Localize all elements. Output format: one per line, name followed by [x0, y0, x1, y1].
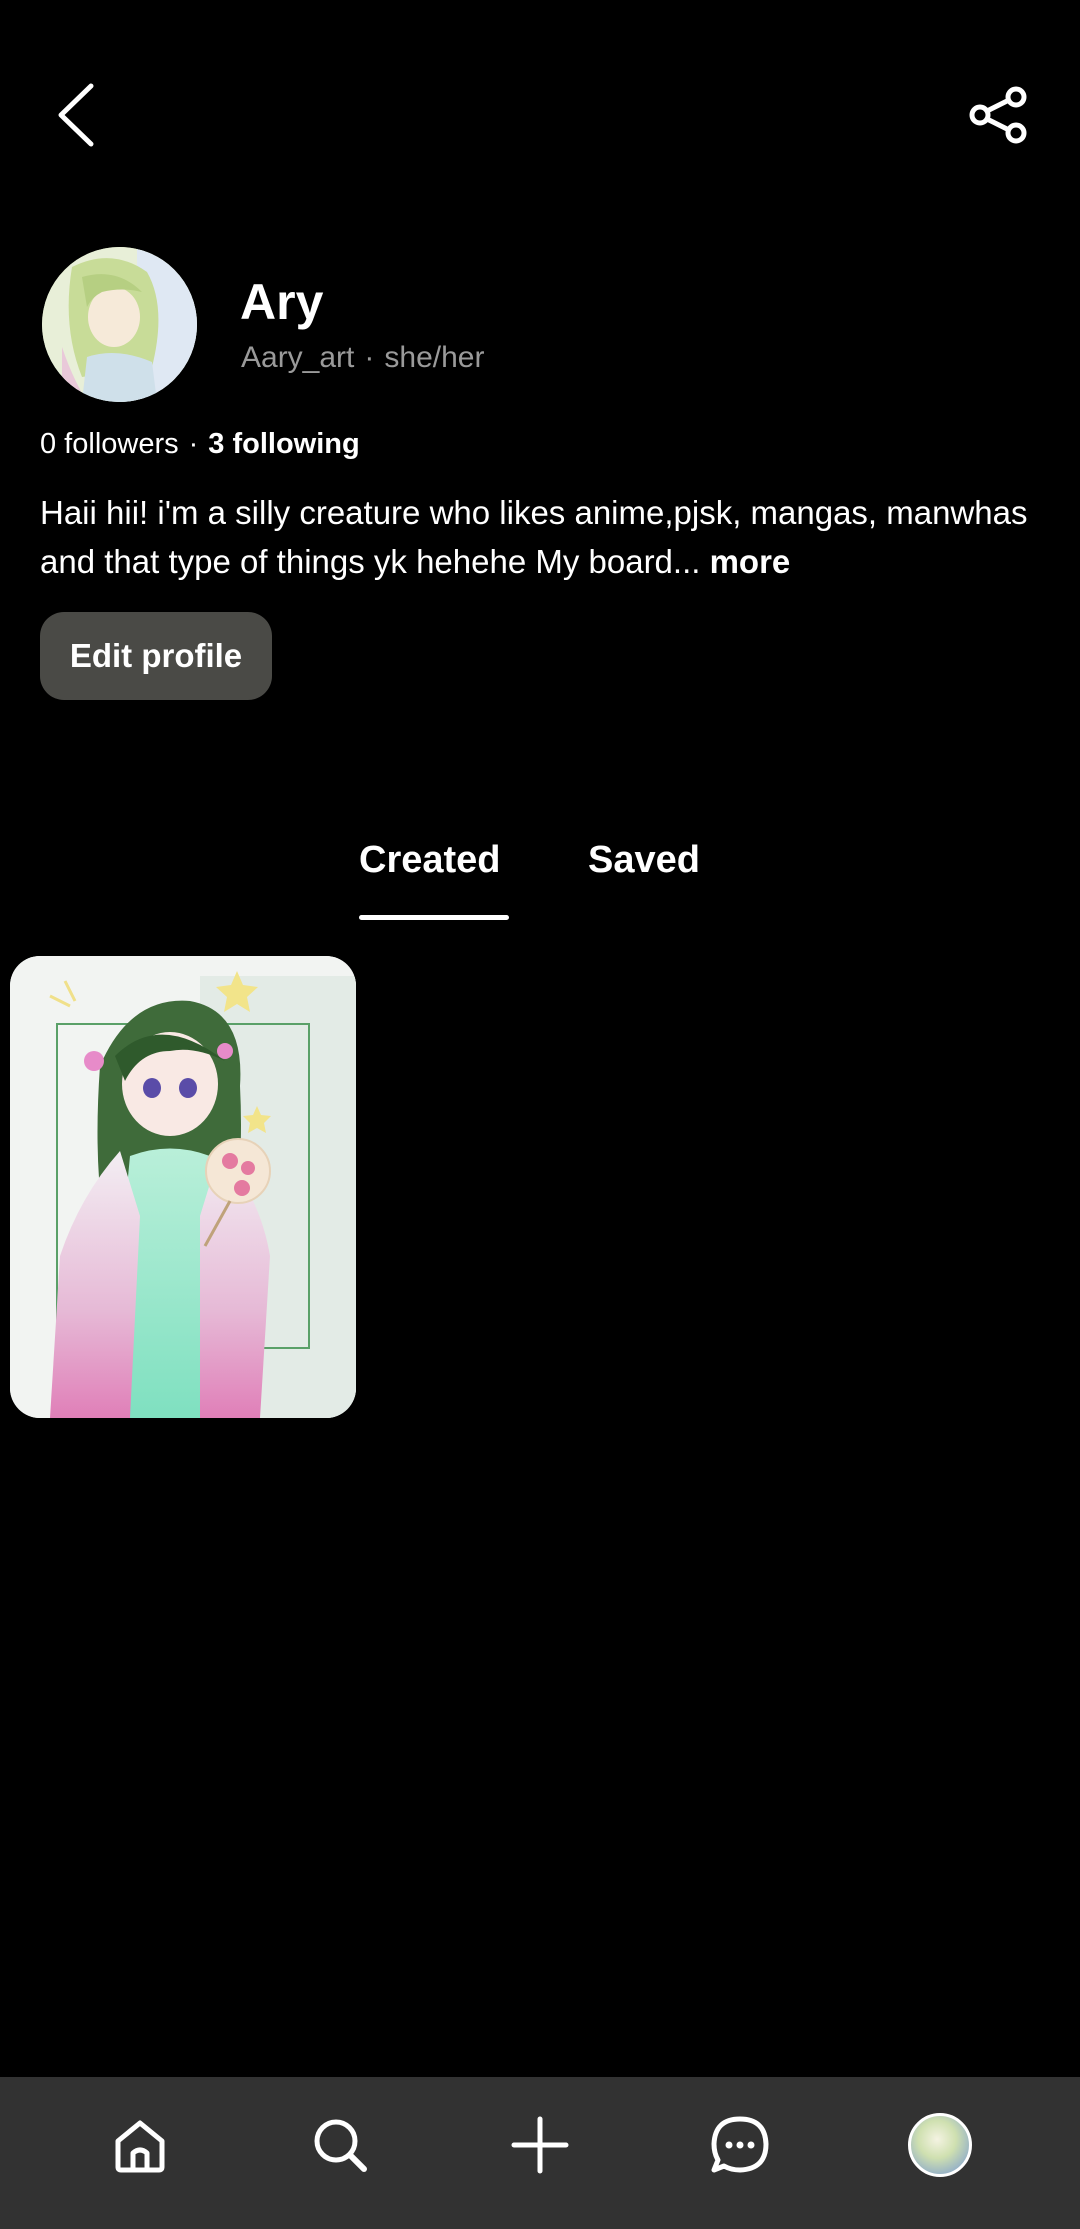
bio-more-link[interactable]: more	[710, 543, 791, 580]
profile-tabs: Created Saved	[0, 820, 1080, 930]
messages-icon	[711, 2116, 769, 2173]
home-icon	[115, 2120, 165, 2173]
profile-avatar-icon	[908, 2113, 972, 2177]
profile-bio: Haii hii! i'm a silly creature who likes…	[40, 488, 1050, 586]
nav-messages[interactable]	[700, 2105, 780, 2185]
bottom-navigation	[0, 2077, 1080, 2229]
plus-icon	[511, 2116, 569, 2174]
username: Aary_art	[241, 341, 355, 374]
nav-create[interactable]	[500, 2105, 580, 2185]
pin-card[interactable]	[10, 956, 356, 1418]
avatar-illustration	[42, 247, 197, 402]
search-icon	[314, 2119, 367, 2172]
edit-profile-button[interactable]: Edit profile	[40, 612, 272, 700]
separator-dot: ·	[188, 428, 199, 460]
tab-saved[interactable]: Saved	[588, 820, 700, 900]
bio-text: Haii hii! i'm a silly creature who likes…	[40, 494, 1028, 580]
following-count[interactable]: 3 following	[208, 428, 359, 460]
chevron-left-icon	[58, 83, 94, 147]
back-button[interactable]	[40, 70, 110, 160]
nav-profile[interactable]	[900, 2105, 980, 2185]
share-icon	[969, 86, 1027, 144]
followers-count[interactable]: 0 followers	[40, 428, 179, 460]
handle-line: Aary_art · she/her	[241, 338, 484, 378]
pin-illustration	[10, 956, 356, 1418]
follow-stats: 0 followers · 3 following	[40, 424, 360, 464]
nav-search[interactable]	[300, 2105, 380, 2185]
profile-name: Ary	[240, 274, 324, 330]
profile-avatar[interactable]	[42, 247, 197, 402]
separator-dot: ·	[364, 341, 375, 374]
tab-created[interactable]: Created	[359, 820, 501, 900]
top-bar	[0, 0, 1080, 200]
nav-home[interactable]	[100, 2105, 180, 2185]
active-tab-indicator	[359, 915, 509, 920]
pronouns: she/her	[384, 341, 485, 374]
share-button[interactable]	[960, 75, 1040, 155]
